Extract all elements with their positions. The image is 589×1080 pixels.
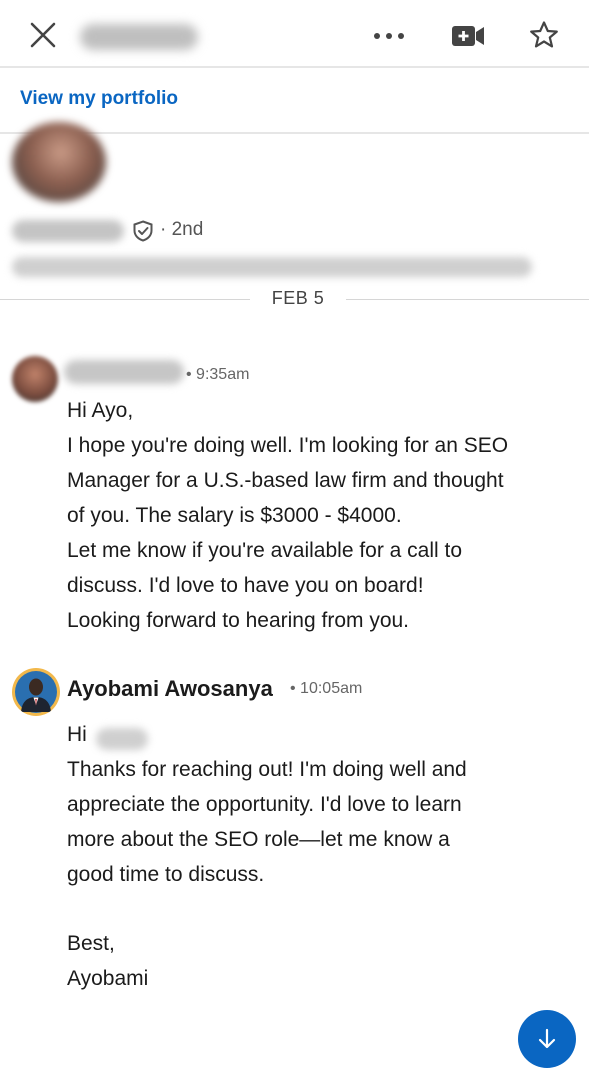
message-line: more about the SEO role—let me know a xyxy=(67,828,450,851)
video-call-icon xyxy=(452,26,484,46)
more-options-button[interactable] xyxy=(366,18,412,54)
close-button[interactable] xyxy=(22,14,64,56)
timestamp-text: 10:05am xyxy=(300,680,363,697)
arrow-down-icon xyxy=(538,1028,556,1049)
message-line: I hope you're doing well. I'm looking fo… xyxy=(67,434,509,457)
recipient-name-redacted xyxy=(96,728,148,750)
shield-check-icon xyxy=(133,220,153,242)
scroll-to-bottom-button[interactable] xyxy=(518,1010,576,1068)
message-line: Best, xyxy=(67,932,115,955)
message-line: discuss. I'd love to have you on board! xyxy=(67,574,424,597)
message-line: Manager for a U.S.-based law firm and th… xyxy=(67,469,504,492)
more-horizontal-icon xyxy=(374,33,404,39)
sender-avatar[interactable] xyxy=(12,356,58,402)
message-timestamp: • 10:05am xyxy=(290,680,363,697)
profile-headline-redacted xyxy=(12,257,532,277)
message-timestamp: • 9:35am xyxy=(186,366,250,383)
sender-name[interactable]: Ayobami Awosanya xyxy=(67,676,273,702)
message-line: Hi Ayo, xyxy=(67,399,134,422)
message-line: Looking forward to hearing from you. xyxy=(67,609,410,632)
message-line: good time to discuss. xyxy=(67,863,265,886)
message-line: appreciate the opportunity. I'd love to … xyxy=(67,793,462,816)
user-avatar[interactable] xyxy=(12,668,60,716)
connection-degree: · 2nd xyxy=(160,219,204,240)
message-line: Let me know if you're available for a ca… xyxy=(67,539,463,562)
date-divider: FEB 5 xyxy=(271,288,325,308)
message-line: Thanks for reaching out! I'm doing well … xyxy=(67,758,467,781)
person-avatar-icon xyxy=(15,671,57,713)
message-line: of you. The salary is $3000 - $4000. xyxy=(67,504,402,527)
profile-avatar[interactable] xyxy=(12,122,106,202)
top-bar xyxy=(0,0,589,68)
close-icon xyxy=(30,22,56,48)
message-line: Ayobami xyxy=(67,967,149,990)
profile-name-redacted[interactable] xyxy=(12,220,124,242)
date-divider-line-right xyxy=(346,299,589,300)
timestamp-text: 9:35am xyxy=(196,366,250,383)
star-icon xyxy=(530,21,558,48)
view-portfolio-link[interactable]: View my portfolio xyxy=(20,88,178,110)
conversation-title-redacted xyxy=(80,24,198,50)
video-call-button[interactable] xyxy=(446,16,490,56)
star-button[interactable] xyxy=(522,14,566,56)
sender-name-redacted[interactable] xyxy=(64,360,184,384)
date-divider-line-left xyxy=(0,299,250,300)
message-line: Hi xyxy=(67,723,87,746)
